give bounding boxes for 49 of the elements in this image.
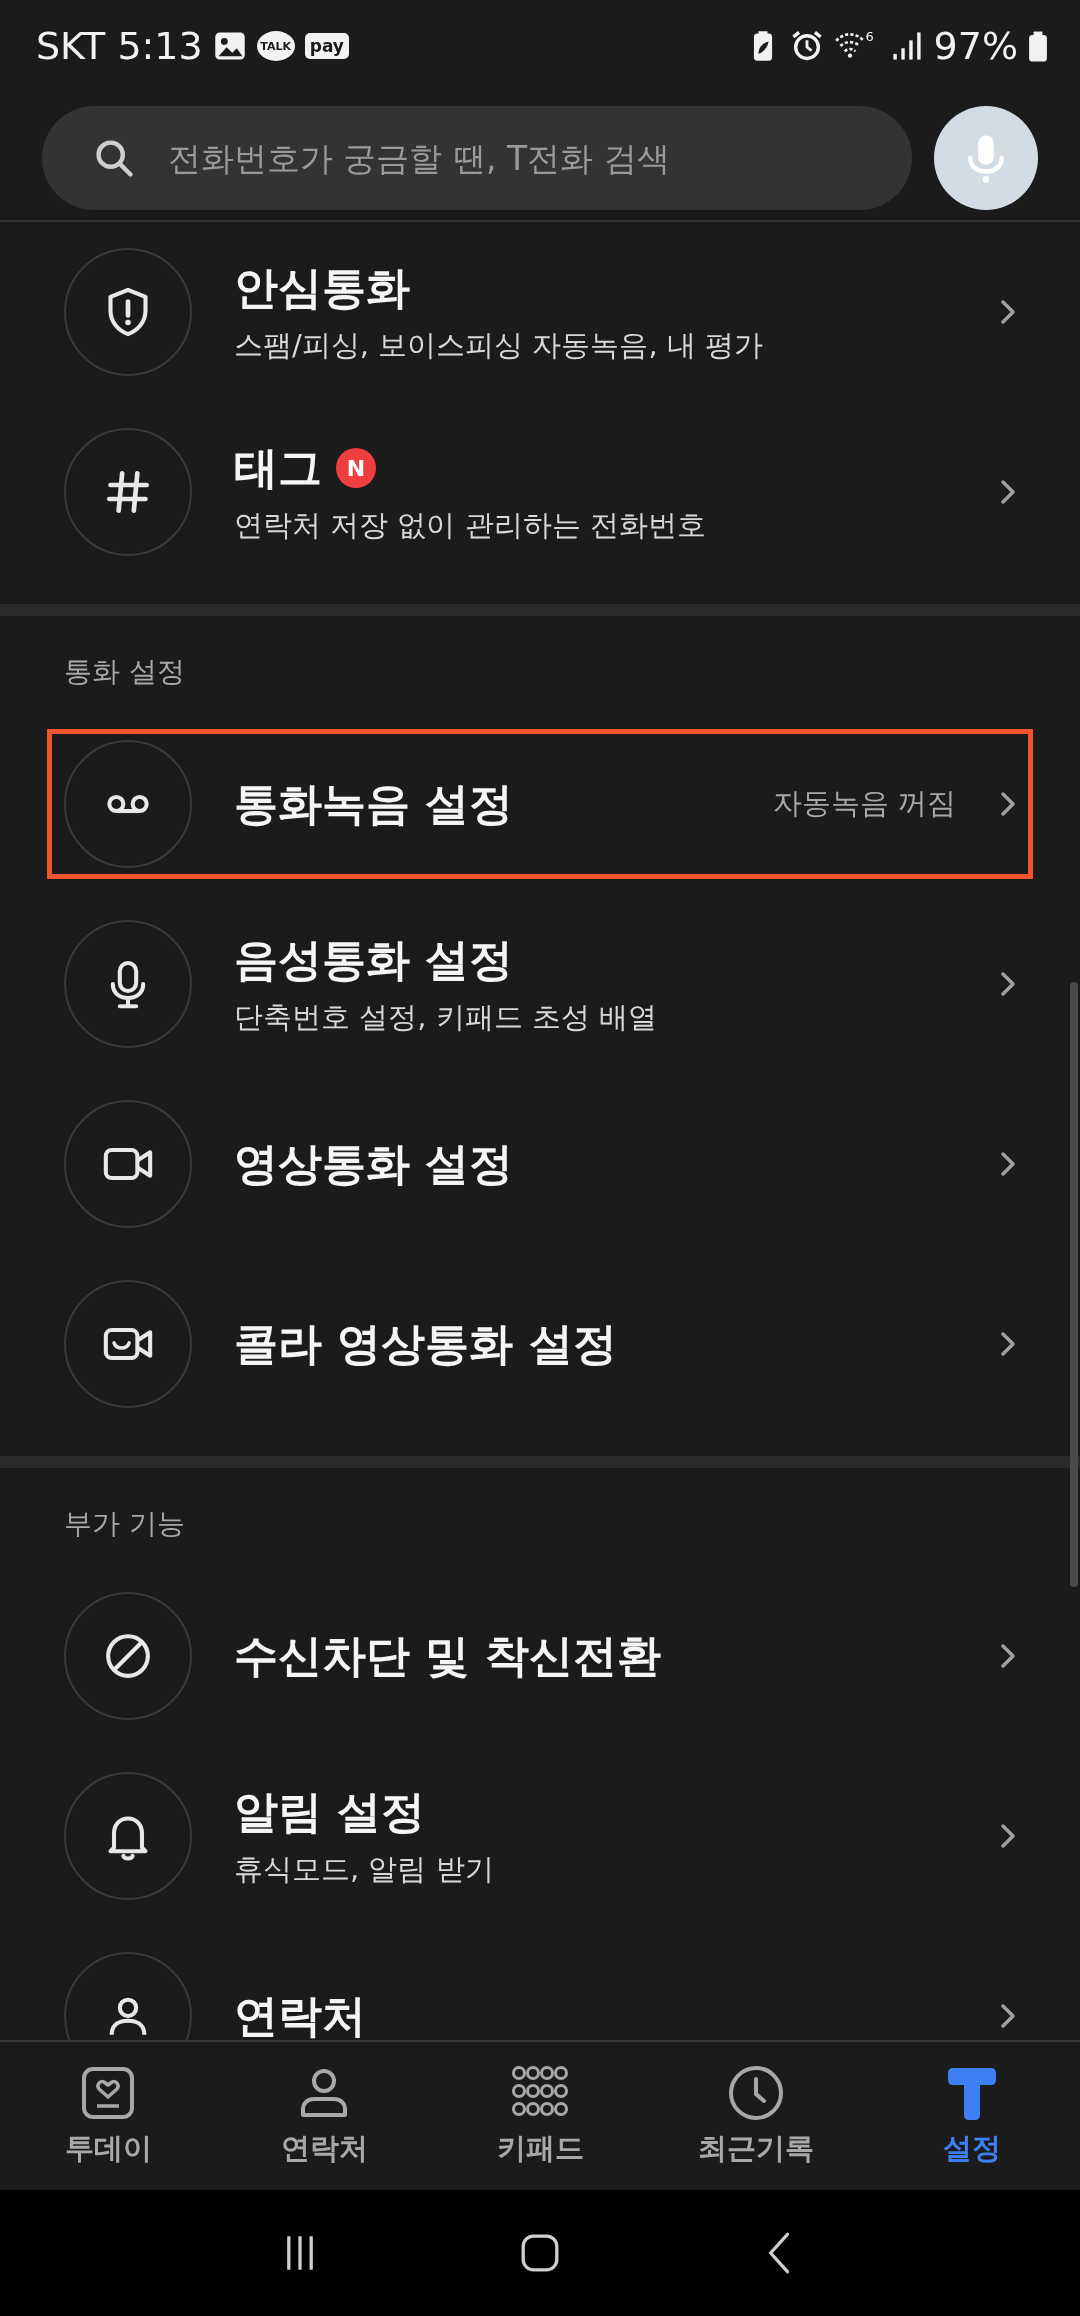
status-time: SKT 5:13 <box>36 24 203 68</box>
pay-notification-icon: pay <box>304 33 349 59</box>
settings-item[interactable]: 영상통화 설정 <box>0 1074 1080 1254</box>
settings-item[interactable]: 안심통화 스팸/피싱, 보이스피싱 자동녹음, 내 평가 <box>0 222 1080 402</box>
nav-tab[interactable]: 최근기록 <box>648 2042 864 2190</box>
search-bar[interactable]: 전화번호가 궁금할 땐, T전화 검색 <box>42 106 912 210</box>
nav-tab[interactable]: 투데이 <box>0 2042 216 2190</box>
chevron-right-icon <box>998 1821 1018 1851</box>
nav-tab[interactable]: 연락처 <box>216 2042 432 2190</box>
chevron-right-icon <box>998 1329 1018 1359</box>
item-subtitle: 휴식모드, 알림 받기 <box>234 1850 495 1888</box>
settings-item[interactable]: 태그 N 연락처 저장 없이 관리하는 전화번호 <box>0 402 1080 582</box>
item-title: 영상통화 설정 <box>234 1136 514 1191</box>
alarm-icon <box>789 29 824 63</box>
settings-item[interactable]: 콜라 영상통화 설정 <box>0 1254 1080 1434</box>
settings-item[interactable]: 수신차단 및 착신전환 <box>0 1566 1080 1746</box>
item-subtitle: 스팸/피싱, 보이스피싱 자동녹음, 내 평가 <box>234 326 765 364</box>
section-header: 부가 기능 <box>63 1506 186 1542</box>
item-title: 음성통화 설정 <box>234 932 514 987</box>
chevron-right-icon <box>998 477 1018 507</box>
item-title: 통화녹음 설정 <box>234 776 514 831</box>
chevron-right-icon <box>998 1641 1018 1671</box>
item-subtitle: 연락처 저장 없이 관리하는 전화번호 <box>234 506 707 544</box>
chevron-right-icon <box>998 969 1018 999</box>
battery-icon <box>1028 29 1048 63</box>
settings-item[interactable]: 알림 설정 휴식모드, 알림 받기 <box>0 1746 1080 1926</box>
item-value: 자동녹음 꺼짐 <box>772 785 956 822</box>
section-header: 통화 설정 <box>63 654 186 690</box>
settings-item[interactable]: 음성통화 설정 단축번호 설정, 키패드 초성 배열 <box>0 894 1080 1074</box>
search-field[interactable]: 전화번호가 궁금할 땐, T전화 검색 <box>166 137 912 179</box>
item-title: 안심통화 <box>234 260 410 315</box>
clock-icon <box>726 2063 786 2123</box>
chevron-right-icon <box>998 1149 1018 1179</box>
item-title: 콜라 영상통화 설정 <box>234 1316 617 1371</box>
chevron-right-icon <box>998 297 1018 327</box>
settings-item[interactable]: 통화녹음 설정 자동녹음 꺼짐 <box>32 714 1048 894</box>
item-title: 연락처 <box>234 1988 366 2040</box>
chat-notification-icon: TALK <box>256 31 295 61</box>
chevron-right-icon <box>998 2001 1018 2031</box>
new-badge: N <box>336 448 376 488</box>
item-title: 알림 설정 <box>234 1784 426 1839</box>
item-title: 태그 <box>234 440 322 495</box>
item-title: 수신차단 및 착신전환 <box>234 1628 661 1683</box>
battery-percent: 97% <box>933 24 1018 68</box>
item-subtitle: 단축번호 설정, 키패드 초성 배열 <box>234 998 659 1036</box>
chevron-right-icon <box>998 789 1018 819</box>
nav-tab[interactable]: 키패드 <box>432 2042 648 2190</box>
nav-tab[interactable]: 설정 <box>864 2042 1080 2190</box>
image-icon <box>212 29 247 63</box>
